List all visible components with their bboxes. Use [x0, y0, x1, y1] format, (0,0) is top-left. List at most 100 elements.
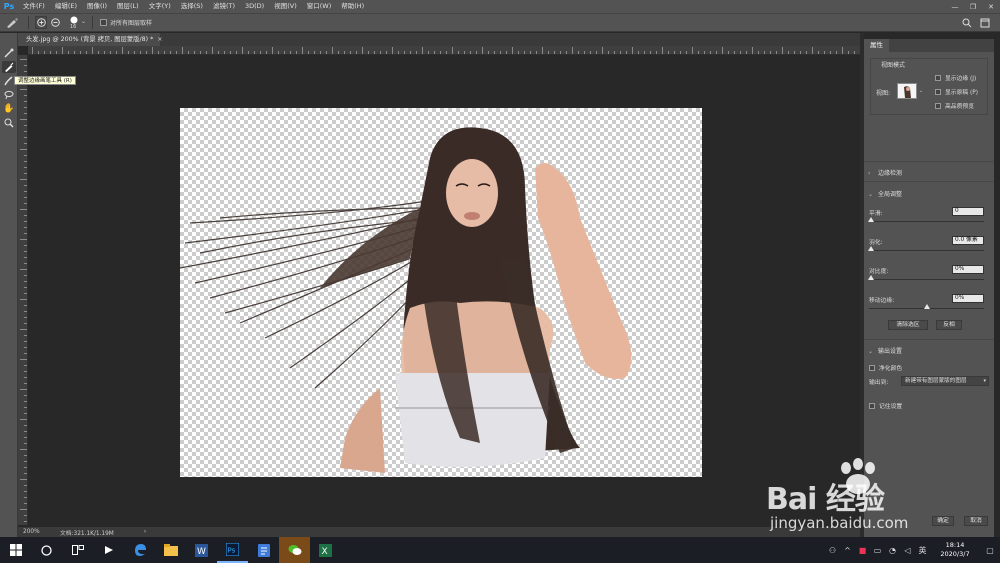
contrast-slider-handle[interactable]: [868, 275, 874, 280]
document-tab[interactable]: 头发.jpg @ 200% (背景 拷贝, 图层蒙版/8) * ×: [18, 33, 163, 46]
search-icon[interactable]: [962, 18, 972, 28]
menu-3d[interactable]: 3D(D): [240, 0, 269, 13]
show-edge-row[interactable]: 显示边缘 (J): [935, 73, 976, 82]
ruler-tick: [272, 47, 273, 54]
show-edge-checkbox[interactable]: [935, 74, 941, 81]
cortana-icon[interactable]: [31, 537, 62, 563]
chevron-down-icon: ⌄: [868, 348, 874, 355]
menu-type[interactable]: 文字(Y): [144, 0, 176, 13]
chevron-down-icon: ▾: [983, 378, 986, 384]
ime-icon[interactable]: 英: [915, 545, 930, 556]
smooth-value[interactable]: 0: [952, 207, 984, 216]
remember-settings-label: 记住设置: [879, 404, 903, 410]
notification-icon[interactable]: ▢: [980, 546, 1000, 555]
high-quality-preview-checkbox[interactable]: [935, 102, 941, 109]
excel-icon[interactable]: X: [310, 537, 341, 563]
remember-settings-checkbox[interactable]: [869, 402, 875, 409]
menu-edit[interactable]: 编辑(E): [50, 0, 82, 13]
windows-start-icon[interactable]: [0, 537, 31, 563]
close-tab-icon[interactable]: ×: [157, 36, 162, 43]
close-window-button[interactable]: ✕: [982, 3, 1000, 11]
ruler-tick: [512, 47, 513, 54]
refine-edge-brush-icon[interactable]: [2, 61, 16, 73]
ruler-tick: [20, 269, 27, 270]
workspace-icon[interactable]: [980, 18, 990, 28]
menu-select[interactable]: 选择(S): [176, 0, 208, 13]
quick-selection-icon[interactable]: [2, 47, 16, 59]
feather-value[interactable]: 0.0 像素: [952, 236, 984, 245]
menu-filter[interactable]: 滤镜(T): [208, 0, 240, 13]
menu-view[interactable]: 视图(V): [269, 0, 302, 13]
svg-text:W: W: [197, 547, 206, 557]
smooth-slider-handle[interactable]: [868, 217, 874, 222]
tab-properties[interactable]: 属性: [864, 39, 889, 52]
remember-settings-row[interactable]: 记住设置: [869, 401, 902, 410]
edge-detection-section[interactable]: › 边缘检测: [864, 161, 994, 181]
view-mode-section: 视图模式 视图: ⌄ 显示边缘 (J) 显示原稿 (P) 高品质预览: [870, 58, 988, 115]
volume-icon[interactable]: ◁: [900, 546, 915, 555]
menu-window[interactable]: 窗口(W): [302, 0, 337, 13]
app-tray-icon[interactable]: ■: [855, 546, 870, 555]
restore-original-edge-button[interactable]: [49, 18, 61, 27]
clear-selection-button[interactable]: 清除选区: [888, 320, 928, 330]
battery-icon[interactable]: ▭: [870, 546, 885, 555]
status-menu-arrow[interactable]: ›: [114, 529, 146, 535]
ruler-tick: [20, 149, 27, 150]
high-quality-preview-row[interactable]: 高品质预览: [935, 101, 974, 110]
notes-icon[interactable]: [248, 537, 279, 563]
task-view-icon[interactable]: [62, 537, 93, 563]
brush-size-picker[interactable]: 16 ⌄: [67, 14, 89, 32]
clock-date: 2020/3/7: [940, 550, 970, 558]
photoshop-icon[interactable]: Ps: [217, 537, 248, 563]
view-mode-thumbnail[interactable]: [897, 83, 917, 99]
feather-slider-handle[interactable]: [868, 246, 874, 251]
hand-icon[interactable]: ✋: [2, 103, 16, 115]
decontaminate-colors-row[interactable]: 净化颜色: [869, 363, 902, 372]
people-icon[interactable]: ⚇: [825, 546, 840, 555]
menu-image[interactable]: 图像(I): [82, 0, 112, 13]
invert-button[interactable]: 反相: [936, 320, 962, 330]
ruler-tick: [122, 47, 123, 54]
zoom-level[interactable]: 200%: [18, 529, 48, 535]
output-to-select[interactable]: 新建带有图层蒙版的图层 ▾: [901, 376, 989, 386]
contrast-slider[interactable]: [869, 279, 984, 280]
expand-detection-area-button[interactable]: [35, 16, 47, 29]
shift-edge-value[interactable]: 0%: [952, 294, 984, 303]
edge-icon[interactable]: [124, 537, 155, 563]
cancel-button[interactable]: 取消: [964, 516, 988, 526]
minimize-button[interactable]: —: [946, 3, 964, 11]
tool-preset-picker[interactable]: [0, 17, 24, 29]
document-image[interactable]: [180, 108, 702, 477]
feather-slider[interactable]: [869, 250, 984, 251]
canvas-area[interactable]: [28, 55, 860, 525]
decontaminate-colors-checkbox[interactable]: [869, 364, 875, 371]
contrast-value[interactable]: 0%: [952, 265, 984, 274]
sample-all-layers-checkbox[interactable]: [100, 19, 107, 26]
ruler-tick: [812, 47, 813, 54]
ok-button[interactable]: 确定: [932, 516, 954, 526]
clock-time: 18:14: [945, 541, 965, 549]
ruler-tick: [332, 47, 333, 54]
show-original-checkbox[interactable]: [935, 88, 941, 95]
output-settings-title[interactable]: ⌄ 输出设置: [868, 346, 902, 355]
smooth-slider[interactable]: [869, 221, 984, 222]
zoom-icon[interactable]: [2, 117, 16, 129]
menu-layer[interactable]: 图层(L): [112, 0, 144, 13]
network-icon[interactable]: ◔: [885, 546, 900, 555]
menu-help[interactable]: 帮助(H): [336, 0, 369, 13]
shift-edge-slider-handle[interactable]: [924, 304, 930, 309]
wechat-icon[interactable]: [279, 537, 310, 563]
restore-button[interactable]: ❐: [964, 3, 982, 11]
ruler-tick: [452, 47, 453, 54]
bilibili-icon[interactable]: [93, 537, 124, 563]
global-refinement-title[interactable]: ⌄ 全局调整: [868, 189, 902, 198]
expand-tray-icon[interactable]: ^: [840, 546, 855, 555]
chevron-down-icon[interactable]: ⌄: [919, 88, 923, 94]
lasso-icon[interactable]: [2, 89, 16, 101]
show-original-row[interactable]: 显示原稿 (P): [935, 87, 978, 96]
file-explorer-icon[interactable]: [155, 537, 186, 563]
clock[interactable]: 18:14 2020/3/7: [930, 541, 980, 559]
menu-file[interactable]: 文件(F): [18, 0, 50, 13]
show-edge-label: 显示边缘 (J): [945, 76, 977, 82]
word-icon[interactable]: W: [186, 537, 217, 563]
